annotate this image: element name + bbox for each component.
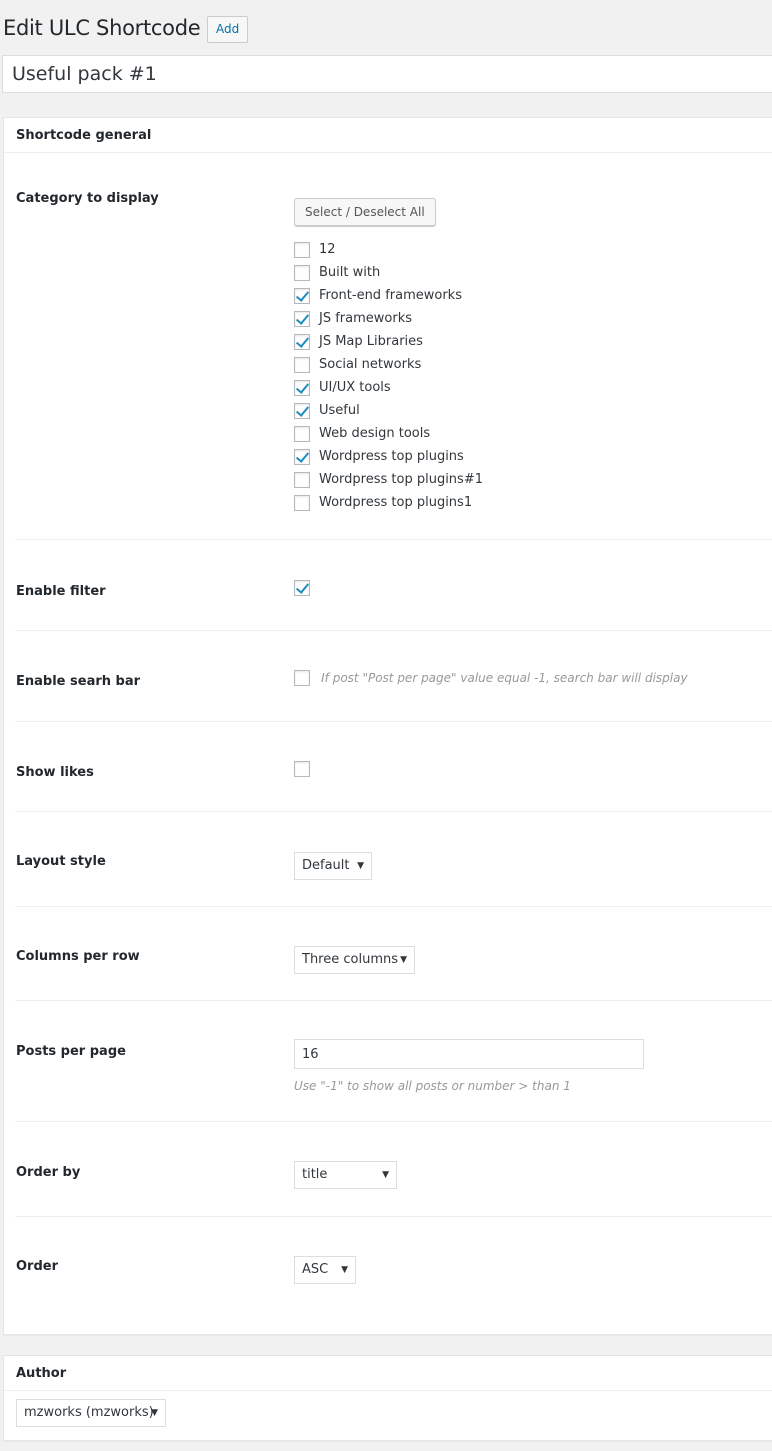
category-item-label: Web design tools bbox=[319, 426, 431, 441]
order-select[interactable]: ASC ▼ bbox=[294, 1256, 356, 1284]
category-item[interactable]: Wordpress top plugins1 bbox=[294, 491, 483, 514]
posts-per-page-label: Posts per page bbox=[16, 1044, 126, 1059]
enable-search-row: Enable searh bar If post "Post per page"… bbox=[15, 631, 772, 722]
category-checkbox[interactable] bbox=[294, 379, 310, 396]
category-item-label: Wordpress top plugins#1 bbox=[319, 472, 483, 487]
add-button[interactable]: Add bbox=[207, 16, 249, 43]
columns-select[interactable]: Three columns ▼ bbox=[294, 946, 415, 974]
enable-filter-checkbox[interactable] bbox=[294, 580, 310, 596]
category-item[interactable]: Wordpress top plugins#1 bbox=[294, 468, 483, 491]
order-by-label: Order by bbox=[16, 1165, 81, 1180]
category-item[interactable]: JS frameworks bbox=[294, 307, 483, 330]
category-item[interactable]: 12 bbox=[294, 238, 483, 261]
order-label: Order bbox=[16, 1259, 58, 1274]
category-item[interactable]: UI/UX tools bbox=[294, 376, 483, 399]
enable-search-label: Enable searh bar bbox=[16, 674, 141, 689]
select-deselect-all-button[interactable]: Select / Deselect All bbox=[294, 198, 436, 226]
category-checkbox[interactable] bbox=[294, 471, 310, 488]
order-by-row: Order by title ▼ bbox=[15, 1122, 772, 1217]
category-item[interactable]: Wordpress top plugins bbox=[294, 445, 483, 468]
category-item-label: Social networks bbox=[319, 357, 422, 372]
show-likes-checkbox[interactable] bbox=[294, 761, 310, 777]
category-list: 12 Built with Front-end frameworks JS frame… bbox=[294, 238, 483, 514]
category-item-label: Front-end frameworks bbox=[319, 288, 462, 303]
category-checkbox[interactable] bbox=[294, 333, 310, 350]
show-likes-row: Show likes bbox=[15, 722, 772, 812]
chevron-down-icon: ▼ bbox=[400, 955, 407, 965]
category-item-label: UI/UX tools bbox=[319, 380, 391, 395]
category-item[interactable]: JS Map Libraries bbox=[294, 330, 483, 353]
chevron-down-icon: ▼ bbox=[357, 861, 364, 871]
category-checkbox[interactable] bbox=[294, 310, 310, 327]
shortcode-title-input[interactable] bbox=[2, 55, 772, 93]
category-row: Category to display Select / Deselect Al… bbox=[15, 153, 772, 540]
author-panel: Author mzworks (mzworks) ▼ bbox=[3, 1355, 772, 1441]
category-item-label: JS Map Libraries bbox=[319, 334, 423, 349]
shortcode-general-panel: Shortcode general Category to display Se… bbox=[3, 117, 772, 1335]
posts-per-page-row: Posts per page Use "-1" to show all post… bbox=[15, 1001, 772, 1122]
author-heading: Author bbox=[4, 1356, 772, 1391]
category-label: Category to display bbox=[16, 191, 159, 206]
category-item-label: JS frameworks bbox=[319, 311, 412, 326]
order-row: Order ASC ▼ bbox=[15, 1217, 772, 1333]
category-item[interactable]: Built with bbox=[294, 261, 483, 284]
layout-style-select[interactable]: Default ▼ bbox=[294, 852, 372, 880]
category-item-label: Built with bbox=[319, 265, 381, 280]
posts-per-page-input[interactable] bbox=[294, 1039, 644, 1069]
category-checkbox[interactable] bbox=[294, 241, 310, 258]
search-hint: If post "Post per page" value equal -1, … bbox=[321, 671, 688, 685]
chevron-down-icon: ▼ bbox=[151, 1408, 158, 1418]
enable-filter-row: Enable filter bbox=[15, 540, 772, 631]
order-by-select[interactable]: title ▼ bbox=[294, 1161, 397, 1189]
category-item[interactable]: Front-end frameworks bbox=[294, 284, 483, 307]
category-checkbox[interactable] bbox=[294, 402, 310, 419]
category-item[interactable]: Web design tools bbox=[294, 422, 483, 445]
category-item-label: 12 bbox=[319, 242, 336, 257]
show-likes-label: Show likes bbox=[16, 765, 94, 780]
category-item-label: Wordpress top plugins bbox=[319, 449, 464, 464]
category-item[interactable]: Useful bbox=[294, 399, 483, 422]
page-title: Edit ULC Shortcode bbox=[3, 16, 201, 40]
author-select[interactable]: mzworks (mzworks) ▼ bbox=[16, 1399, 166, 1427]
panel-heading: Shortcode general bbox=[4, 118, 772, 153]
category-checkbox[interactable] bbox=[294, 264, 310, 281]
category-checkbox[interactable] bbox=[294, 425, 310, 442]
category-item[interactable]: Social networks bbox=[294, 353, 483, 376]
chevron-down-icon: ▼ bbox=[341, 1265, 348, 1275]
category-checkbox[interactable] bbox=[294, 356, 310, 373]
category-checkbox[interactable] bbox=[294, 494, 310, 511]
category-item-label: Useful bbox=[319, 403, 360, 418]
category-item-label: Wordpress top plugins1 bbox=[319, 495, 473, 510]
enable-search-checkbox[interactable] bbox=[294, 670, 310, 686]
columns-row: Columns per row Three columns ▼ bbox=[15, 907, 772, 1001]
category-checkbox[interactable] bbox=[294, 448, 310, 465]
posts-hint: Use "-1" to show all posts or number > t… bbox=[294, 1079, 571, 1093]
category-checkbox[interactable] bbox=[294, 287, 310, 304]
enable-filter-label: Enable filter bbox=[16, 584, 106, 599]
layout-style-label: Layout style bbox=[16, 854, 106, 869]
chevron-down-icon: ▼ bbox=[382, 1170, 389, 1180]
columns-label: Columns per row bbox=[16, 949, 140, 964]
layout-style-row: Layout style Default ▼ bbox=[15, 812, 772, 907]
